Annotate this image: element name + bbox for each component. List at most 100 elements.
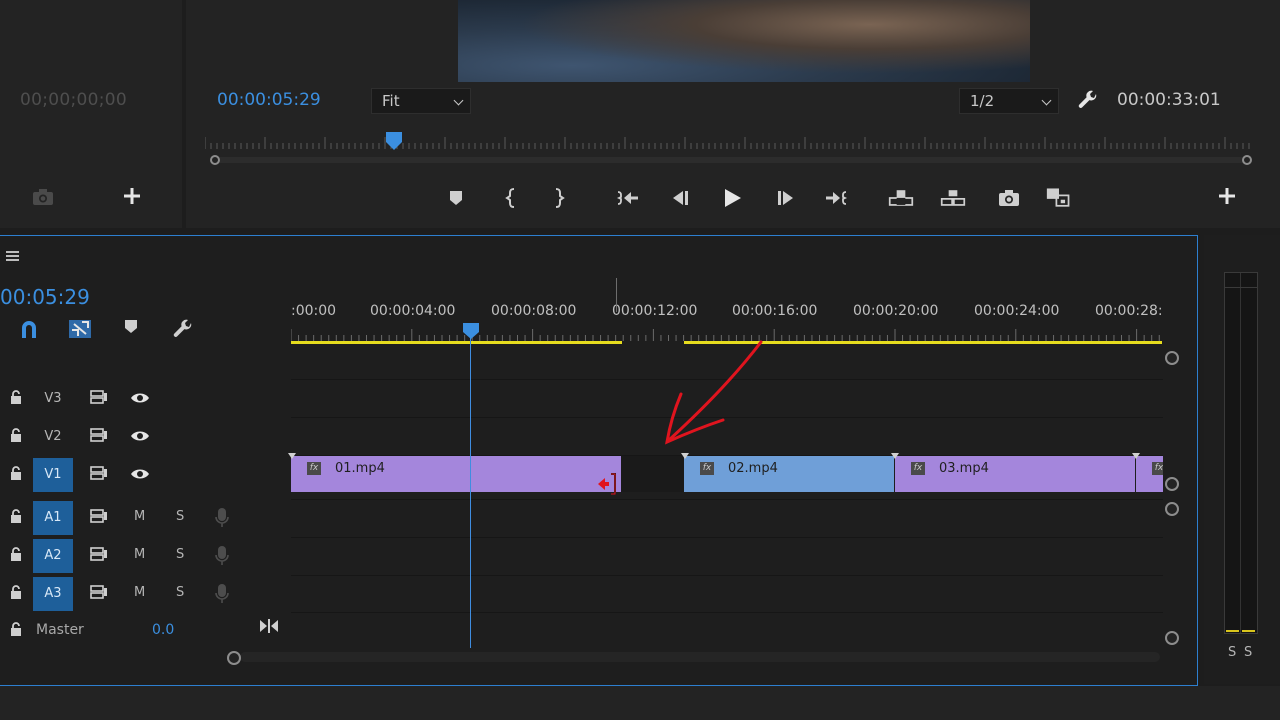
ruler-label: 00:00:12:00 bbox=[612, 303, 698, 319]
sync-lock-icon[interactable] bbox=[90, 585, 108, 599]
track-target-v2[interactable]: V2 bbox=[33, 420, 73, 454]
lock-icon[interactable] bbox=[10, 390, 22, 404]
lock-icon[interactable] bbox=[10, 622, 22, 636]
meter-peak-line bbox=[1224, 287, 1258, 288]
video-scroll-handle-bottom[interactable] bbox=[1165, 477, 1179, 491]
microphone-icon[interactable] bbox=[215, 545, 229, 567]
track-target-v1[interactable]: V1 bbox=[33, 458, 73, 492]
track-target-v3[interactable]: V3 bbox=[33, 382, 73, 416]
meter-level-left bbox=[1226, 630, 1239, 632]
extract-icon[interactable] bbox=[940, 186, 966, 210]
camera-icon[interactable] bbox=[32, 188, 54, 206]
add-marker-icon[interactable] bbox=[124, 318, 138, 334]
lift-icon[interactable] bbox=[888, 186, 914, 210]
clip-02[interactable]: fx 02.mp4 bbox=[684, 456, 894, 492]
solo-button[interactable]: S bbox=[176, 547, 184, 562]
ruler-label: :00:00 bbox=[291, 303, 337, 319]
clip-name: 01.mp4 bbox=[335, 461, 385, 476]
linked-selection-icon[interactable] bbox=[68, 318, 92, 340]
bottom-status-strip bbox=[0, 686, 1280, 720]
track-target-a2[interactable]: A2 bbox=[33, 539, 73, 573]
eye-icon[interactable] bbox=[130, 392, 150, 404]
timeline-timecode[interactable]: 00:05:29 bbox=[0, 285, 90, 309]
microphone-icon[interactable] bbox=[215, 583, 229, 605]
source-timecode[interactable]: 00;00;00;00 bbox=[20, 90, 127, 110]
timeline-playhead[interactable] bbox=[462, 322, 480, 340]
solo-button[interactable]: S bbox=[176, 585, 184, 600]
sync-lock-icon[interactable] bbox=[90, 547, 108, 561]
play-icon[interactable] bbox=[719, 186, 745, 210]
lock-icon[interactable] bbox=[10, 428, 22, 442]
clip-03[interactable]: fx 03.mp4 bbox=[895, 456, 1135, 492]
video-scroll-handle-top[interactable] bbox=[1165, 351, 1179, 365]
eye-icon[interactable] bbox=[130, 430, 150, 442]
program-video-frame bbox=[458, 0, 1030, 82]
go-to-in-icon[interactable] bbox=[615, 186, 641, 210]
scroll-handle-left[interactable] bbox=[227, 651, 241, 665]
clip-01[interactable]: fx 01.mp4 bbox=[291, 456, 621, 495]
lock-icon[interactable] bbox=[10, 509, 22, 523]
lock-icon[interactable] bbox=[10, 585, 22, 599]
program-playhead[interactable] bbox=[385, 131, 403, 151]
program-timecode[interactable]: 00:00:05:29 bbox=[217, 90, 321, 110]
timeline-horizontal-scrollbar[interactable] bbox=[240, 652, 1160, 662]
collapse-icon[interactable] bbox=[259, 618, 279, 634]
audio-scroll-handle-bottom[interactable] bbox=[1165, 631, 1179, 645]
work-area-bar[interactable] bbox=[291, 341, 622, 344]
ruler-label: 00:00:24:00 bbox=[974, 303, 1060, 319]
marker-icon[interactable] bbox=[443, 186, 469, 210]
sync-lock-icon[interactable] bbox=[90, 428, 108, 442]
master-lane[interactable] bbox=[291, 612, 1163, 650]
track-target-a3[interactable]: A3 bbox=[33, 577, 73, 611]
ruler-label: 00:00:08:00 bbox=[491, 303, 577, 319]
hamburger-menu-icon[interactable] bbox=[6, 250, 20, 262]
transition-marker-icon bbox=[891, 453, 899, 459]
plus-icon[interactable] bbox=[1217, 186, 1237, 206]
eye-icon[interactable] bbox=[130, 468, 150, 480]
compare-icon[interactable] bbox=[1046, 186, 1072, 210]
plus-icon[interactable] bbox=[122, 186, 142, 206]
a1-lane[interactable] bbox=[291, 499, 1163, 537]
mute-button[interactable]: M bbox=[134, 509, 145, 524]
snap-icon[interactable] bbox=[18, 318, 40, 340]
step-forward-icon[interactable] bbox=[773, 186, 799, 210]
lock-icon[interactable] bbox=[10, 547, 22, 561]
track-header-a3: A3 M S bbox=[0, 575, 290, 611]
clip-name: 02.mp4 bbox=[728, 461, 778, 476]
timeline-settings-icon[interactable] bbox=[171, 318, 195, 342]
ruler-label: 00:00:20:00 bbox=[853, 303, 939, 319]
mute-button[interactable]: M bbox=[134, 547, 145, 562]
mark-out-icon[interactable] bbox=[546, 186, 572, 210]
audio-meter bbox=[1224, 272, 1258, 634]
wrench-icon[interactable] bbox=[1076, 89, 1100, 113]
microphone-icon[interactable] bbox=[215, 507, 229, 529]
program-ruler[interactable] bbox=[205, 133, 1255, 149]
mark-in-icon[interactable] bbox=[498, 186, 524, 210]
fx-badge-icon: fx bbox=[700, 462, 714, 475]
a2-lane[interactable] bbox=[291, 537, 1163, 575]
master-label: Master bbox=[36, 622, 84, 638]
zoom-dropdown[interactable]: Fit bbox=[371, 88, 471, 114]
solo-right-button[interactable]: S bbox=[1244, 645, 1252, 660]
audio-scroll-handle-top[interactable] bbox=[1165, 502, 1179, 516]
transition-marker-icon bbox=[288, 453, 296, 459]
a3-lane[interactable] bbox=[291, 575, 1163, 613]
lock-icon[interactable] bbox=[10, 466, 22, 480]
resolution-dropdown[interactable]: 1/2 bbox=[959, 88, 1059, 114]
timeline-playhead-line[interactable] bbox=[470, 338, 471, 648]
track-target-a1[interactable]: A1 bbox=[33, 501, 73, 535]
zoom-handle-left[interactable] bbox=[210, 155, 220, 165]
solo-left-button[interactable]: S bbox=[1228, 645, 1236, 660]
sync-lock-icon[interactable] bbox=[90, 509, 108, 523]
solo-button[interactable]: S bbox=[176, 509, 184, 524]
program-zoom-scrollbar[interactable] bbox=[212, 157, 1252, 163]
mute-button[interactable]: M bbox=[134, 585, 145, 600]
step-back-icon[interactable] bbox=[667, 186, 693, 210]
gap-region[interactable] bbox=[621, 456, 684, 492]
sync-lock-icon[interactable] bbox=[90, 466, 108, 480]
sync-lock-icon[interactable] bbox=[90, 390, 108, 404]
go-to-out-icon[interactable] bbox=[823, 186, 849, 210]
export-frame-icon[interactable] bbox=[996, 186, 1022, 210]
zoom-handle-right[interactable] bbox=[1242, 155, 1252, 165]
master-volume-value[interactable]: 0.0 bbox=[152, 622, 174, 638]
